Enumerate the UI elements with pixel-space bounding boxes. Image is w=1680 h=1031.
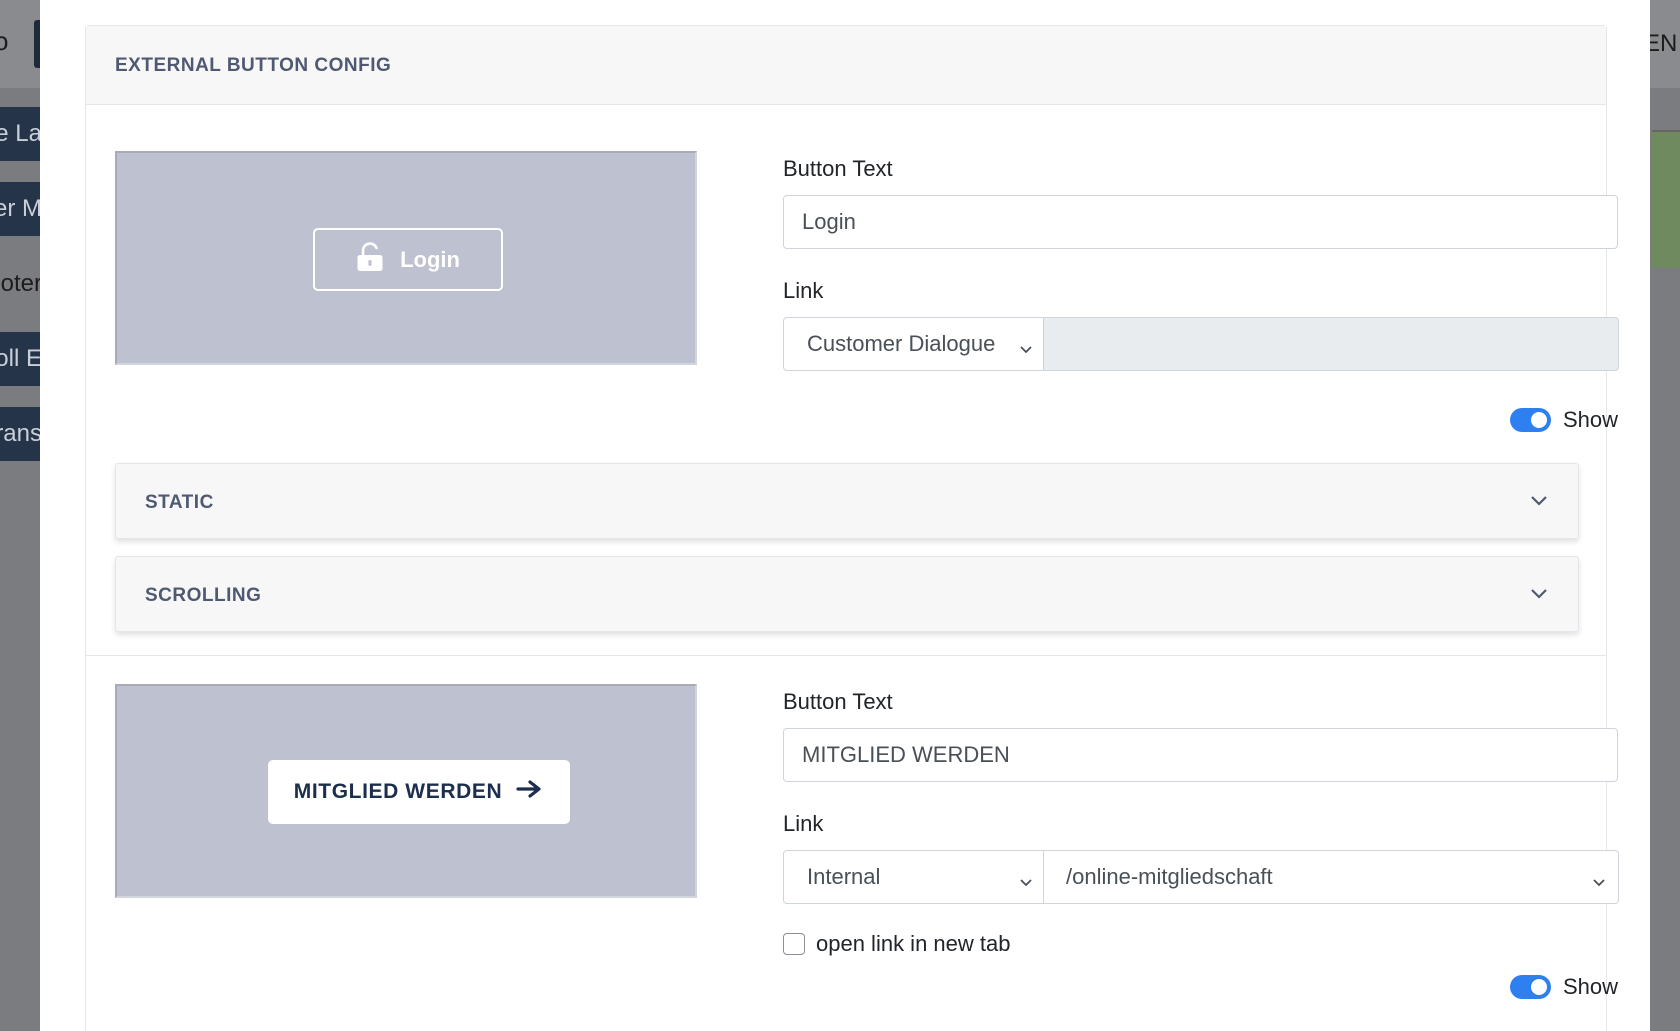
show-switch[interactable] [1510,975,1551,999]
unlock-icon [356,241,384,278]
open-new-tab-label: open link in new tab [816,931,1011,956]
button-text-input[interactable] [783,195,1618,249]
accordion-scrolling[interactable]: SCROLLING [115,556,1579,632]
show-label: Show [1563,407,1619,432]
show-toggle[interactable]: Show [1510,407,1618,433]
card-title: EXTERNAL BUTTON CONFIG [115,55,392,76]
member-preview-button: MITGLIED WERDEN [268,760,570,824]
background-sidebar-item: er M [0,182,42,236]
accordion-static-title: STATIC [145,492,214,513]
accordion-static[interactable]: STATIC [115,463,1579,539]
background-sidebar-item: rans [0,407,42,461]
chevron-down-icon [1019,336,1033,362]
login-button-preview: Login [115,151,697,365]
button-text-input[interactable] [783,728,1618,782]
open-new-tab-checkbox[interactable] [783,933,805,955]
background-sidebar-item: e La [0,107,42,161]
section-divider [86,655,1606,656]
background-sidebar-item: oter [0,270,42,297]
show-switch[interactable] [1510,408,1551,432]
accordion-scrolling-title: SCROLLING [145,585,262,606]
chevron-down-icon [1019,869,1033,895]
chevron-down-icon [1530,587,1548,605]
chevron-down-icon [1592,869,1606,895]
button-text-label: Button Text [783,156,893,181]
link-type-value: Customer Dialogue [807,331,996,356]
button-text-label: Button Text [783,689,893,714]
show-toggle[interactable]: Show [1510,974,1618,1000]
link-target-field[interactable] [1044,317,1619,371]
background-logo-fragment: o [0,26,9,56]
config-card: EXTERNAL BUTTON CONFIG Login Button Text… [85,25,1619,1031]
show-label: Show [1563,974,1619,999]
open-new-tab-option[interactable]: open link in new tab [783,931,1010,957]
external-button-config-modal: EXTERNAL BUTTON CONFIG Login Button Text… [40,0,1650,1031]
login-preview-label: Login [400,246,460,272]
card-header: EXTERNAL BUTTON CONFIG [86,26,1606,105]
link-target-select[interactable]: /online-mitgliedschaft [1044,850,1619,904]
chevron-down-icon [1530,494,1548,512]
link-type-select[interactable]: Customer Dialogue [783,317,1044,371]
login-preview-button: Login [313,228,503,291]
background-panel [1652,132,1680,268]
link-type-value: Internal [807,864,881,889]
arrow-right-icon [516,779,544,805]
background-sidebar-item: roll E [0,332,42,386]
link-target-value: /online-mitgliedschaft [1066,864,1273,889]
member-preview-label: MITGLIED WERDEN [293,780,503,803]
member-button-preview: MITGLIED WERDEN [115,684,697,898]
link-label: Link [783,811,824,836]
link-label: Link [783,278,824,303]
link-type-select[interactable]: Internal [783,850,1044,904]
